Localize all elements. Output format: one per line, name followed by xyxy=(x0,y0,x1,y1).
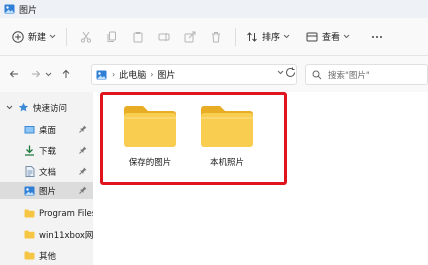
pictures-icon xyxy=(4,4,15,14)
document-icon xyxy=(24,166,35,177)
folder-label: 本机照片 xyxy=(209,158,244,168)
sidebar-item-documents[interactable]: 文档 xyxy=(0,163,93,180)
pictures-icon xyxy=(24,185,35,196)
pin-icon[interactable] xyxy=(79,186,87,194)
sort-label: 排序 xyxy=(262,33,281,43)
file-view: 保存的图片 本机照片 xyxy=(93,92,428,265)
share-button[interactable] xyxy=(181,28,199,46)
view-icon xyxy=(306,32,318,41)
copy-button[interactable] xyxy=(103,28,121,46)
arrow-left-icon xyxy=(9,70,18,78)
sidebar-item-program-files[interactable]: Program Files xyxy=(0,205,93,222)
sidebar-item-downloads[interactable]: 下载 xyxy=(0,142,93,159)
back-button[interactable] xyxy=(6,66,22,82)
pictures-icon xyxy=(96,70,107,79)
sidebar-item-pictures[interactable]: 图片 xyxy=(0,182,93,199)
view-label: 查看 xyxy=(322,33,341,43)
refresh-icon xyxy=(286,67,295,77)
sidebar-item-desktop[interactable]: 桌面 xyxy=(0,121,93,138)
breadcrumb-pictures[interactable]: 图片 xyxy=(157,68,175,81)
paste-button[interactable] xyxy=(129,28,147,46)
plus-circle-icon xyxy=(12,30,24,43)
folder-icon xyxy=(201,106,253,147)
folder-icon xyxy=(124,106,176,147)
sort-icon xyxy=(247,31,257,42)
search-placeholder: 搜索"图片" xyxy=(328,70,370,81)
sidebar-item-label: 快速访问 xyxy=(33,103,68,114)
folder-label: 保存的图片 xyxy=(128,158,172,168)
toolbar-separator xyxy=(66,27,68,46)
forward-button[interactable] xyxy=(28,66,44,82)
more-icon xyxy=(372,35,383,38)
search-icon xyxy=(312,70,322,79)
pin-icon[interactable] xyxy=(79,146,87,154)
recent-button[interactable] xyxy=(44,66,52,82)
chevron-down-icon xyxy=(283,34,290,39)
delete-button[interactable] xyxy=(207,28,225,46)
sidebar-item-other[interactable]: 其他 xyxy=(0,247,93,264)
sidebar-item-label: 桌面 xyxy=(39,125,57,136)
desktop-icon xyxy=(24,124,35,135)
chevron-down-icon xyxy=(49,34,56,39)
cut-button[interactable] xyxy=(77,28,95,46)
navigation-pane: 快速访问 桌面 下载 文档 图片 Program Files win11xbox… xyxy=(0,92,93,265)
arrow-up-icon xyxy=(62,69,70,78)
sort-button[interactable]: 排序 xyxy=(242,24,294,50)
toolbar-separator xyxy=(235,27,237,46)
sidebar-item-label: 文档 xyxy=(39,167,57,178)
pin-icon[interactable] xyxy=(79,125,87,133)
folder-icon xyxy=(24,250,35,261)
rename-icon xyxy=(158,32,170,41)
sidebar-item-quick-access[interactable]: 快速访问 xyxy=(0,99,93,116)
sidebar-item-label: Program Files xyxy=(39,208,93,219)
copy-icon xyxy=(107,31,117,42)
sidebar-item-label: win11xbox网络 xyxy=(39,230,93,241)
download-icon xyxy=(24,145,35,156)
trash-icon xyxy=(212,31,221,42)
command-bar: 新建 排序 查看 xyxy=(0,18,428,56)
breadcrumb-this-pc[interactable]: 此电脑 xyxy=(119,68,146,81)
search-input[interactable]: 搜索"图片" xyxy=(305,64,428,85)
breadcrumb-separator: › xyxy=(150,70,154,79)
arrow-right-icon xyxy=(32,70,41,78)
chevron-down-icon[interactable] xyxy=(6,105,13,110)
title-bar: 图片 xyxy=(0,0,428,18)
sidebar-item-label: 图片 xyxy=(39,186,57,197)
folder-icon xyxy=(24,208,35,219)
sidebar-item-label: 下载 xyxy=(39,146,57,157)
chevron-down-icon xyxy=(45,72,51,76)
address-bar[interactable]: › 此电脑 › 图片 xyxy=(91,64,297,85)
paste-icon xyxy=(133,31,143,42)
pin-icon[interactable] xyxy=(79,167,87,175)
new-button[interactable]: 新建 xyxy=(8,24,60,50)
folder-item-saved-pictures[interactable]: 保存的图片 xyxy=(115,104,185,168)
view-button[interactable]: 查看 xyxy=(302,24,354,50)
window-title: 图片 xyxy=(19,5,38,16)
more-options-button[interactable] xyxy=(368,28,386,46)
chevron-down-icon xyxy=(343,34,350,39)
share-icon xyxy=(184,31,196,42)
sidebar-item-label: 其他 xyxy=(39,251,57,262)
breadcrumb-separator: › xyxy=(112,70,116,79)
navigation-bar: › 此电脑 › 图片 搜索"图片" xyxy=(0,56,428,92)
refresh-button[interactable] xyxy=(285,67,296,81)
new-label: 新建 xyxy=(28,33,47,43)
chevron-down-icon[interactable] xyxy=(277,70,284,75)
scissors-icon xyxy=(80,31,92,43)
folder-item-camera-roll[interactable]: 本机照片 xyxy=(192,104,262,168)
folder-icon xyxy=(24,229,35,240)
sidebar-item-win11xbox[interactable]: win11xbox网络 xyxy=(0,226,93,243)
up-button[interactable] xyxy=(58,66,74,82)
star-icon xyxy=(18,102,29,113)
rename-button[interactable] xyxy=(155,28,173,46)
